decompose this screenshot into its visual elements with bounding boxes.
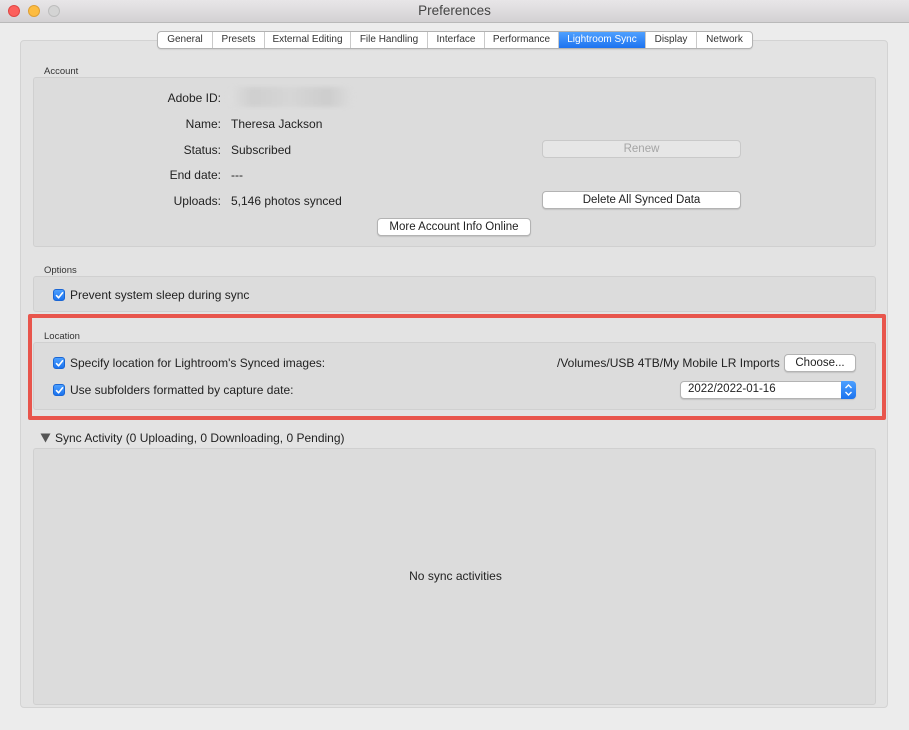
prevent-sleep-checkbox[interactable] <box>53 289 65 301</box>
options-section-title: Options <box>44 265 77 276</box>
tab-presets[interactable]: Presets <box>213 32 265 48</box>
tab-external-editing[interactable]: External Editing <box>265 32 351 48</box>
disclosure-triangle-icon[interactable] <box>40 433 51 443</box>
preferences-tab-bar: General Presets External Editing File Ha… <box>157 31 753 49</box>
tab-general[interactable]: General <box>158 32 213 48</box>
delete-all-synced-data-button[interactable]: Delete All Synced Data <box>542 191 741 209</box>
adobe-id-value-redacted <box>228 87 353 107</box>
tab-file-handling[interactable]: File Handling <box>351 32 428 48</box>
title-bar: Preferences <box>0 0 909 23</box>
tab-performance[interactable]: Performance <box>485 32 559 48</box>
adobe-id-label: Adobe ID: <box>167 91 221 105</box>
renew-button: Renew <box>542 140 741 158</box>
end-date-value: --- <box>231 168 243 182</box>
sync-activity-header[interactable]: Sync Activity (0 Uploading, 0 Downloadin… <box>55 431 345 445</box>
status-label: Status: <box>183 143 221 157</box>
end-date-label: End date: <box>169 168 221 182</box>
location-highlight-annotation <box>28 314 886 420</box>
tab-display[interactable]: Display <box>646 32 697 48</box>
checkmark-icon <box>55 292 64 299</box>
tab-network[interactable]: Network <box>697 32 752 48</box>
more-account-info-button[interactable]: More Account Info Online <box>377 218 531 236</box>
account-section-title: Account <box>44 66 79 77</box>
tab-interface[interactable]: Interface <box>428 32 485 48</box>
status-value: Subscribed <box>231 143 292 157</box>
name-value: Theresa Jackson <box>231 117 323 131</box>
tab-lightroom-sync[interactable]: Lightroom Sync <box>559 32 646 48</box>
uploads-value: 5,146 photos synced <box>231 194 342 208</box>
window-title: Preferences <box>418 3 491 18</box>
sync-activity-empty-message: No sync activities <box>409 569 502 583</box>
uploads-label: Uploads: <box>173 194 221 208</box>
prevent-sleep-label[interactable]: Prevent system sleep during sync <box>70 288 249 302</box>
name-label: Name: <box>185 117 221 131</box>
